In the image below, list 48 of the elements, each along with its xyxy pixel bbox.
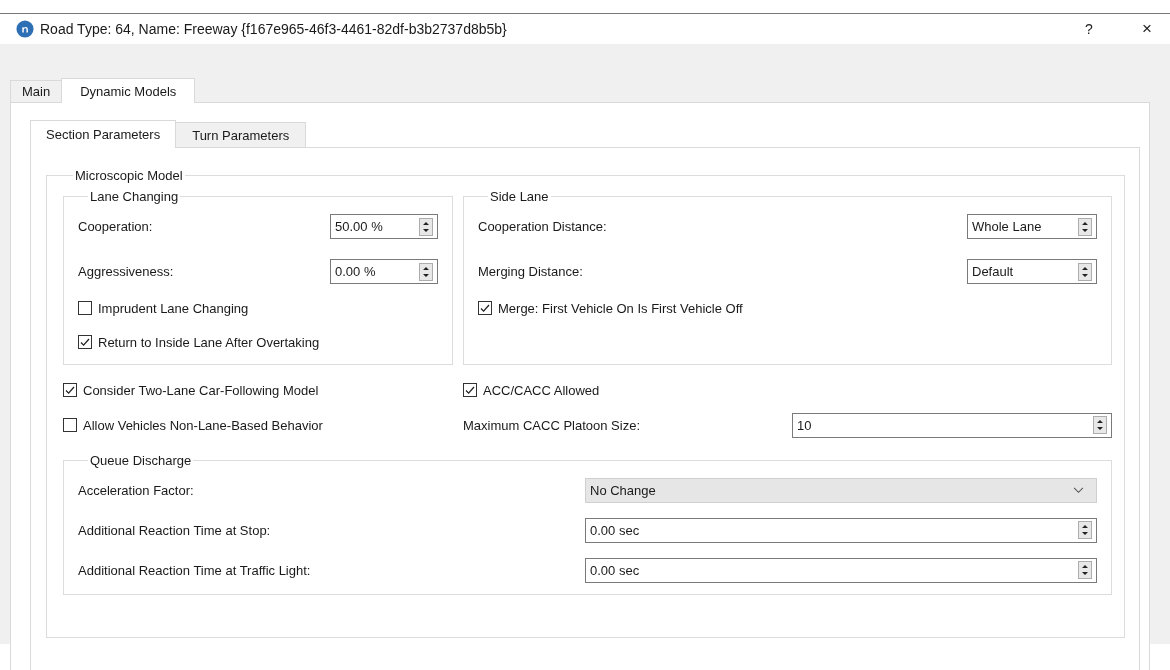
checkbox[interactable] — [78, 335, 92, 349]
spinner-icon[interactable] — [419, 217, 433, 236]
spin-field[interactable]: 10 — [792, 412, 1112, 438]
group-title: Microscopic Model — [74, 168, 184, 183]
checkbox-option[interactable]: ACC/CACC Allowed — [463, 377, 1112, 403]
field-label: Additional Reaction Time at Stop: — [78, 522, 271, 538]
checkbox[interactable] — [63, 383, 77, 397]
spinner-icon[interactable] — [1078, 561, 1092, 579]
checkbox[interactable] — [63, 418, 77, 432]
checkbox-option[interactable]: Consider Two-Lane Car-Following Model — [63, 377, 453, 403]
group-title: Side Lane — [489, 189, 550, 204]
group-title: Queue Discharge — [89, 453, 193, 468]
spin-field[interactable]: 0.00 sec — [585, 517, 1097, 543]
checkbox-option[interactable]: Merge: First Vehicle On Is First Vehicle Off — [478, 295, 1097, 321]
field-label: Acceleration Factor: — [78, 482, 194, 498]
group-title: Lane Changing — [89, 189, 180, 204]
field-label: Maximum CACC Platoon Size: — [463, 417, 640, 433]
checkbox[interactable] — [478, 301, 492, 315]
spin-field[interactable]: Whole Lane — [967, 214, 1097, 239]
tab[interactable]: Main — [10, 80, 63, 102]
checkbox-option[interactable]: Return to Inside Lane After Overtaking — [78, 329, 438, 355]
spinner-icon[interactable] — [1078, 217, 1092, 236]
tab[interactable]: Turn Parameters — [175, 122, 307, 147]
spinner-icon[interactable] — [419, 262, 433, 281]
field-label: Aggressiveness: — [78, 264, 174, 279]
checkbox-option[interactable]: Allow Vehicles Non-Lane-Based Behavior — [63, 412, 453, 438]
tab[interactable]: Section Parameters — [30, 120, 177, 148]
field-label: Cooperation Distance: — [478, 219, 607, 234]
field-label: Merging Distance: — [478, 264, 583, 279]
field-label: Cooperation: — [78, 219, 153, 234]
spin-field[interactable]: Default — [967, 259, 1097, 284]
spin-field[interactable]: 0.00 sec — [585, 557, 1097, 583]
checkbox[interactable] — [78, 301, 92, 315]
checkbox[interactable] — [463, 383, 477, 397]
window-title: Road Type: 64, Name: Freeway {f167e965-46f3-4461-82df-b3b2737d8b5b} — [40, 21, 508, 37]
app-logo-icon — [16, 20, 34, 38]
checkbox-option[interactable]: Imprudent Lane Changing — [78, 295, 438, 321]
chevron-down-icon — [1073, 486, 1084, 494]
field-label: Additional Reaction Time at Traffic Light: — [78, 562, 311, 578]
close-button[interactable]: × — [1124, 19, 1170, 39]
spin-field[interactable]: 50.00 % — [330, 214, 438, 239]
spinner-icon[interactable] — [1078, 262, 1092, 281]
tab[interactable]: Dynamic Models — [61, 78, 196, 103]
spinner-icon[interactable] — [1093, 416, 1107, 434]
spin-field[interactable]: 0.00 % — [330, 259, 438, 284]
help-button[interactable]: ? — [1066, 21, 1112, 37]
dropdown[interactable]: No Change — [585, 477, 1097, 503]
spinner-icon[interactable] — [1078, 521, 1092, 539]
